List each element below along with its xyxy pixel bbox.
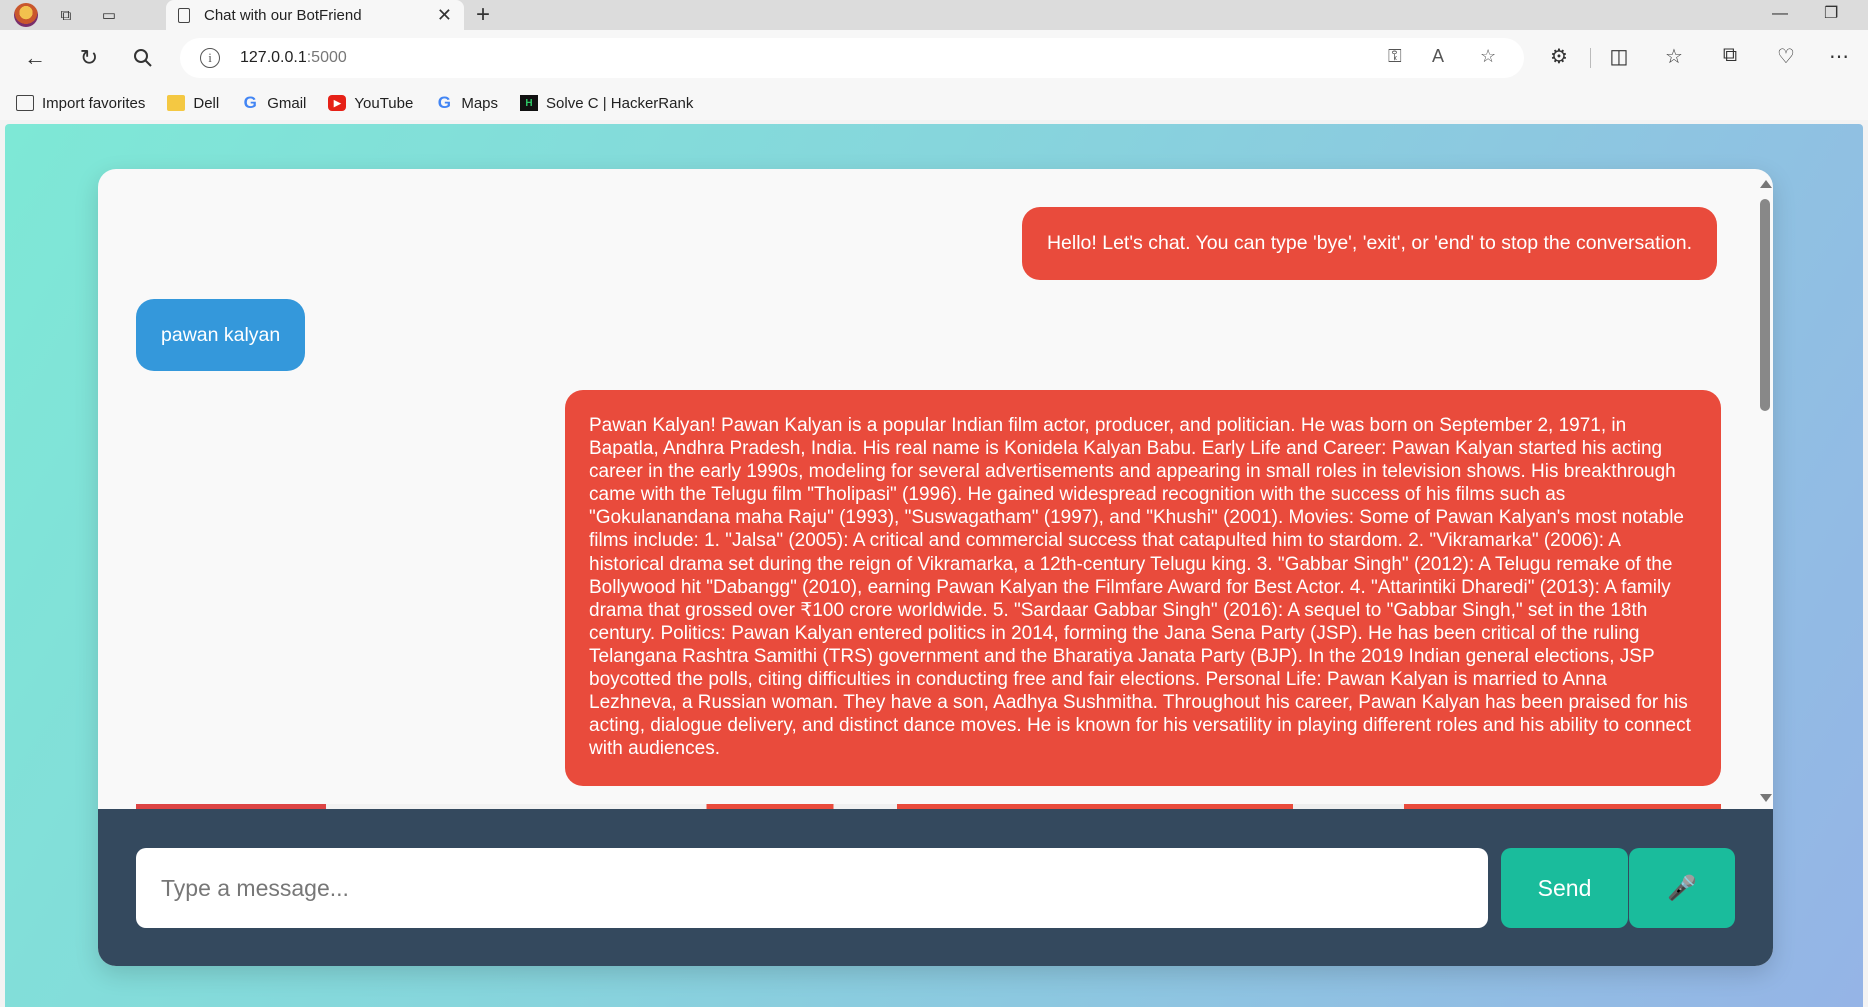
collections-icon[interactable]: ⧉ (1716, 44, 1744, 67)
new-tab-button[interactable]: + (476, 0, 490, 30)
close-tab-icon[interactable]: ✕ (437, 5, 452, 26)
read-aloud-icon[interactable]: A (1432, 46, 1444, 67)
microphone-button[interactable]: 🎤 (1629, 848, 1735, 928)
page-background: Hello! Let's chat. You can type 'bye', '… (5, 124, 1863, 1007)
tab-title: Chat with our BotFriend (204, 6, 362, 24)
favorite-hackerrank[interactable]: H Solve C | HackerRank (520, 95, 693, 112)
favorites-bar: Import favorites Dell G Gmail ▶ YouTube GM… (0, 86, 1868, 120)
tab-actions-icon[interactable]: ▭ (97, 3, 121, 27)
scrollbar-thumb[interactable] (1760, 199, 1770, 411)
chat-messages[interactable]: Hello! Let's chat. You can type 'bye', '… (98, 169, 1773, 814)
microphone-icon: 🎤 (1667, 874, 1697, 902)
extensions-icon[interactable]: ⚙ (1545, 44, 1573, 69)
send-button[interactable]: Send (1501, 848, 1628, 928)
import-icon (16, 95, 34, 111)
user-message: pawan kalyan (136, 299, 306, 371)
browser-tab[interactable]: Chat with our BotFriend ✕ (166, 0, 464, 30)
favorite-dell[interactable]: Dell (167, 95, 219, 112)
refresh-icon[interactable]: ↻ (76, 45, 102, 71)
maximize-button[interactable]: ❐ (1824, 0, 1838, 30)
favorite-maps[interactable]: G Maps (435, 93, 498, 112)
workspaces-icon[interactable]: ⧉ (54, 3, 78, 27)
scroll-up-icon[interactable] (1760, 180, 1772, 188)
favorites-icon[interactable]: ☆ (1660, 44, 1688, 69)
favorite-gmail[interactable]: G Gmail (241, 93, 307, 112)
address-bar[interactable]: i 127.0.0.1:5000 ⚿ A ☆ (180, 38, 1524, 78)
google-icon: G (243, 93, 257, 112)
google-icon: G (437, 93, 451, 112)
profile-avatar-icon[interactable] (14, 3, 38, 27)
more-menu-icon[interactable]: ⋯ (1825, 44, 1853, 69)
minimize-button[interactable]: — (1772, 0, 1788, 30)
youtube-icon: ▶ (328, 95, 347, 111)
scroll-down-icon[interactable] (1760, 794, 1772, 802)
browser-toolbar: ← ↻ i 127.0.0.1:5000 ⚿ A ☆ ⚙ ◫ ☆ ⧉ ♡ ⋯ (0, 30, 1868, 86)
chat-scrollbar[interactable] (1757, 177, 1773, 802)
bot-message: Hello! Let's chat. You can type 'bye', '… (1021, 207, 1717, 280)
search-icon[interactable] (130, 45, 156, 71)
favorite-star-icon[interactable]: ☆ (1480, 46, 1496, 67)
url-text: 127.0.0.1:5000 (240, 49, 347, 66)
password-key-icon[interactable]: ⚿ (1388, 46, 1402, 67)
toolbar-divider (1590, 48, 1591, 68)
chat-input-bar: Send 🎤 (98, 809, 1773, 966)
hackerrank-icon: H (520, 95, 539, 111)
bot-message: Pawan Kalyan! Pawan Kalyan is a popular … (565, 390, 1721, 786)
chat-container: Hello! Let's chat. You can type 'bye', '… (98, 169, 1773, 966)
back-arrow-icon[interactable]: ← (22, 45, 48, 71)
browser-essentials-icon[interactable]: ♡ (1772, 44, 1800, 69)
site-info-icon[interactable]: i (200, 48, 220, 68)
message-input[interactable] (136, 848, 1488, 928)
favorite-youtube[interactable]: ▶ YouTube (328, 95, 413, 112)
favorite-import[interactable]: Import favorites (16, 95, 145, 112)
split-screen-icon[interactable]: ◫ (1605, 44, 1633, 69)
page-icon (178, 7, 190, 23)
folder-icon (167, 95, 186, 111)
browser-tab-bar: ⧉ ▭ Chat with our BotFriend ✕ + — ❐ (0, 0, 1868, 30)
